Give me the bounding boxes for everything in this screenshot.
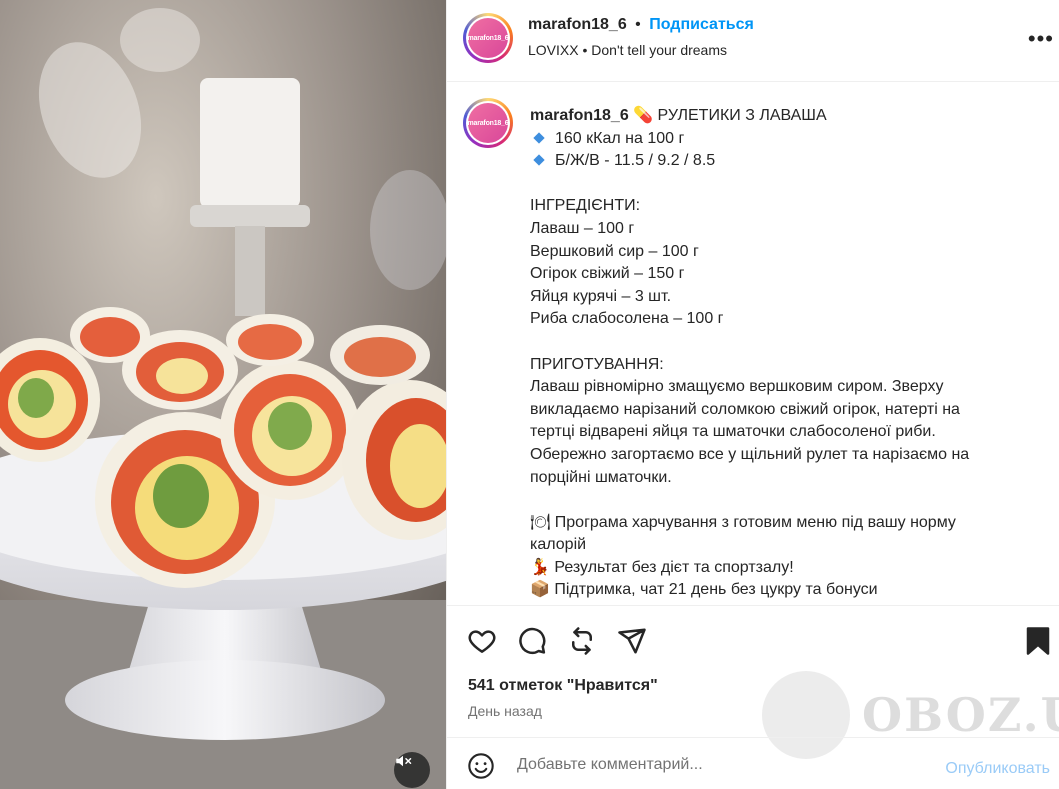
header-username[interactable]: marafon18_6 — [528, 16, 627, 33]
promo-line: 🍽 Програма харчування з готовим меню під… — [530, 512, 1035, 535]
blue-diamond-icon — [533, 131, 545, 144]
post-panel: marafon18_6 marafon18_6 • Подписаться LO… — [446, 0, 1059, 789]
follow-button[interactable]: Подписаться — [649, 16, 754, 33]
ingredient-item: Лаваш – 100 г — [530, 219, 635, 237]
caption-text: marafon18_6 💊 РУЛЕТИКИ З ЛАВАША 160 кКал… — [530, 105, 1035, 602]
cooking-line: Обережно загортаємо все у щільний рулет … — [530, 445, 970, 463]
cooking-line: викладаємо нарізаний соломкою свіжий огі… — [530, 400, 960, 418]
emoji-icon[interactable] — [467, 752, 495, 785]
audio-artist[interactable]: LOVIXX — [528, 42, 579, 58]
action-bar — [447, 607, 1059, 673]
ingredient-item: Риба слабосолена – 100 г — [530, 310, 724, 328]
post-media[interactable] — [0, 0, 446, 789]
promo-text: Результат без дієт та спортзалу! — [554, 558, 794, 576]
cooking-line: тертці відварені яйця та шматочки слабос… — [530, 423, 936, 441]
ingredient-item: Вершковий сир – 100 г — [530, 242, 699, 260]
stat-line: 160 кКал на 100 г — [530, 128, 1035, 151]
audio-separator: • — [582, 42, 588, 58]
header-user-line: marafon18_6 • Подписаться — [528, 16, 754, 34]
promo-line: 📦 Підтримка, чат 21 день без цукру та бо… — [530, 579, 1035, 602]
promo-text: Програма харчування з готовим меню під в… — [554, 513, 956, 531]
audio-line[interactable]: LOVIXX • Don't tell your dreams — [528, 42, 727, 58]
likes-count[interactable]: 541 отметок "Нравится" — [468, 677, 658, 695]
promo-text: калорій — [530, 536, 587, 554]
avatar-label: marafon18_6 — [468, 18, 509, 58]
stat-line: Б/Ж/В - 11.5 / 9.2 / 8.5 — [530, 150, 1035, 173]
mute-button[interactable] — [394, 752, 430, 788]
comment-input[interactable] — [517, 756, 917, 774]
ingredient-item: Яйця курячі – 3 шт. — [530, 287, 672, 305]
avatar[interactable]: marafon18_6 — [463, 13, 513, 63]
cooking-line: Лаваш рівномірно змащуємо вершковим сиро… — [530, 378, 944, 396]
stat-calories: 160 кКал на 100 г — [555, 129, 685, 147]
ingredients-header: ІНГРЕДІЄНТИ: — [530, 197, 641, 215]
stat-macros: Б/Ж/В - 11.5 / 9.2 / 8.5 — [555, 152, 716, 170]
caption-username[interactable]: marafon18_6 — [530, 107, 629, 124]
promo-line: калорій — [530, 534, 1035, 557]
blue-diamond-icon — [533, 154, 545, 166]
caption-title-line: marafon18_6 💊 РУЛЕТИКИ З ЛАВАША — [530, 105, 1035, 128]
ingredient-item: Огірок свіжий – 150 г — [530, 265, 685, 283]
post-date[interactable]: День назад — [468, 703, 542, 719]
promo-line: 💃 Результат без дієт та спортзалу! — [530, 557, 1035, 580]
repost-icon[interactable] — [567, 626, 597, 661]
more-options-icon[interactable]: ••• — [1028, 26, 1054, 52]
speaker-muted-icon — [396, 755, 412, 767]
plate-emoji-icon: 🍽 — [530, 513, 551, 531]
caption-scroll[interactable]: marafon18_6 marafon18_6 💊 РУЛЕТИКИ З ЛАВ… — [447, 83, 1059, 606]
promo-text: Підтримка, чат 21 день без цукру та бону… — [554, 581, 878, 599]
publish-button[interactable]: Опубликовать — [945, 760, 1050, 778]
comment-bar: Опубликовать — [447, 737, 1059, 789]
caption-title: РУЛЕТИКИ З ЛАВАША — [657, 107, 827, 124]
separator-dot: • — [635, 16, 641, 33]
food-photo — [0, 0, 446, 789]
send-icon[interactable] — [617, 626, 647, 661]
dancer-emoji-icon: 💃 — [530, 558, 550, 576]
caption-avatar-label: marafon18_6 — [468, 103, 509, 143]
package-emoji-icon: 📦 — [530, 581, 550, 599]
cooking-header: ПРИГОТУВАННЯ: — [530, 355, 664, 373]
cooking-line: порційні шматочки. — [530, 468, 672, 486]
audio-song[interactable]: Don't tell your dreams — [591, 42, 727, 58]
post-header: marafon18_6 marafon18_6 • Подписаться LO… — [447, 0, 1059, 82]
comment-icon[interactable] — [517, 626, 547, 661]
watermark-text: OBOZ.UA — [862, 688, 1059, 742]
bookmark-icon[interactable] — [1025, 626, 1051, 661]
pill-emoji-icon: 💊 — [633, 107, 654, 124]
heart-icon[interactable] — [467, 626, 497, 661]
caption-avatar[interactable]: marafon18_6 — [463, 98, 513, 148]
